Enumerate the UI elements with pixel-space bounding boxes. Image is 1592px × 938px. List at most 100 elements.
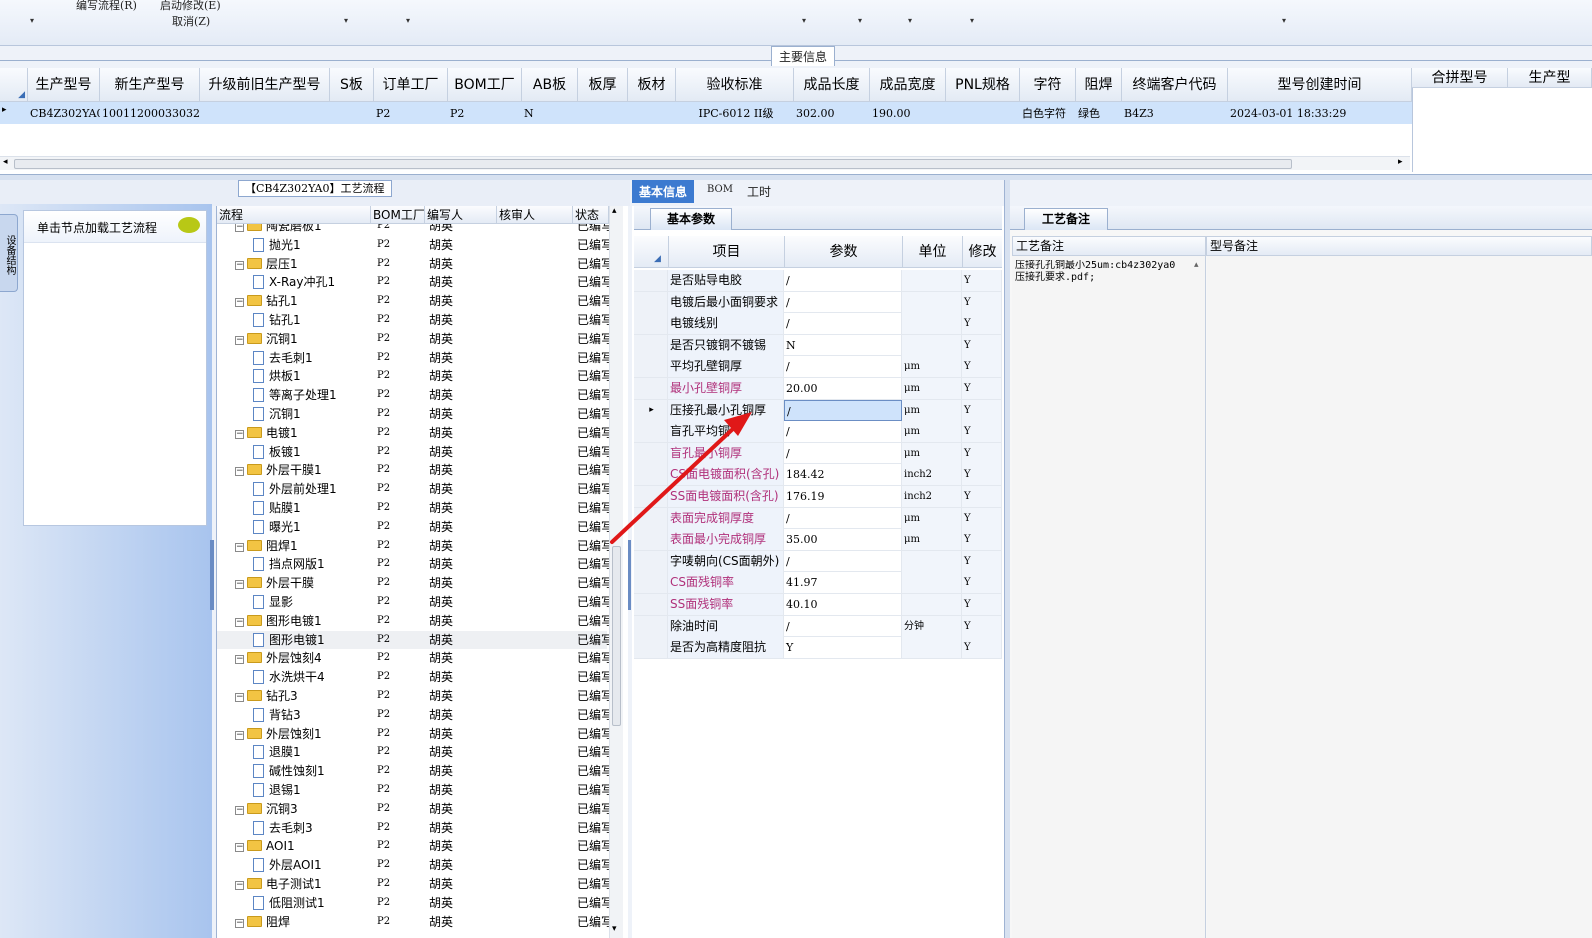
section-main-info-tab[interactable]: 主要信息 xyxy=(771,46,836,66)
column-header[interactable]: 型号创建时间 xyxy=(1228,68,1412,102)
params-cell-value[interactable]: / xyxy=(784,550,902,572)
params-cell-value[interactable]: / xyxy=(784,442,902,464)
table-cell[interactable] xyxy=(578,104,628,124)
column-header[interactable]: 订单工厂 xyxy=(374,68,448,102)
tree-node[interactable]: 烘板1 xyxy=(253,367,371,386)
table-cell[interactable] xyxy=(200,104,330,124)
dropdown-arrow-icon[interactable]: ▾ xyxy=(970,16,974,25)
column-header[interactable]: 板厚 xyxy=(578,68,628,102)
tree-row[interactable]: − 电子测试1 P2 胡英 已编写 xyxy=(217,875,609,894)
collapse-toggle-icon[interactable]: − xyxy=(235,655,244,665)
row-indicator[interactable] xyxy=(634,356,668,378)
tree-node[interactable]: − AOI1 xyxy=(235,837,371,856)
side-tab-equipment[interactable]: 设备结构 xyxy=(0,214,18,292)
row-indicator[interactable] xyxy=(634,291,668,313)
tree-node[interactable]: 外层前处理1 xyxy=(253,480,371,499)
tree-row[interactable]: 退锡1 P2 胡英 已编写 xyxy=(217,781,609,800)
tree-row[interactable]: − 钻孔1 P2 胡英 已编写 xyxy=(217,292,609,311)
tree-node[interactable]: − 外层干膜 xyxy=(235,574,371,593)
table-cell[interactable]: 绿色 xyxy=(1076,104,1122,124)
dropdown-arrow-icon[interactable]: ▾ xyxy=(406,16,410,25)
tree-node[interactable]: 水洗烘干4 xyxy=(253,668,371,687)
tree-row[interactable]: − 外层干膜1 P2 胡英 已编写 xyxy=(217,461,609,480)
scroll-thumb[interactable] xyxy=(14,159,1292,169)
table-cell[interactable]: 190.00 xyxy=(870,104,946,124)
tree-row[interactable]: 曝光1 P2 胡英 已编写 xyxy=(217,518,609,537)
params-row[interactable]: CS面残铜率 41.97 Y xyxy=(634,572,1002,594)
tree-node[interactable]: − 钻孔3 xyxy=(235,687,371,706)
params-cell-value[interactable]: 176.19 xyxy=(784,486,902,507)
tree-node[interactable]: 碱性蚀刻1 xyxy=(253,762,371,781)
tree-node[interactable]: − 外层蚀刻4 xyxy=(235,649,371,668)
row-indicator[interactable] xyxy=(634,313,668,335)
table-cell[interactable]: P2 xyxy=(448,104,522,124)
process-title-tab[interactable]: 【CB4Z302YA0】工艺流程 xyxy=(238,180,392,197)
tree-node[interactable]: − 沉铜1 xyxy=(235,330,371,349)
tree-node[interactable]: 板镀1 xyxy=(253,443,371,462)
tree-node[interactable]: − 钻孔1 xyxy=(235,292,371,311)
column-header[interactable]: 阻焊 xyxy=(1076,68,1122,102)
menu-edit-flow[interactable]: 编写流程(R) xyxy=(76,0,137,13)
menu-cancel[interactable]: 取消(Z) xyxy=(172,13,210,29)
tree-row[interactable]: 挡点网版1 P2 胡英 已编写 xyxy=(217,555,609,574)
tree-row[interactable]: 退膜1 P2 胡英 已编写 xyxy=(217,743,609,762)
tree-node[interactable]: − 外层干膜1 xyxy=(235,461,371,480)
tree-row[interactable]: − 陶瓷磨板1 P2 胡英 已编写 xyxy=(217,224,609,236)
params-column-header[interactable]: 项目 xyxy=(668,236,784,268)
tree-scroll-thumb[interactable] xyxy=(612,546,621,726)
tree-node[interactable]: 钻孔1 xyxy=(253,311,371,330)
tree-node[interactable]: − 电镀1 xyxy=(235,424,371,443)
column-header-flow[interactable]: 流程 xyxy=(217,206,371,224)
scroll-left-icon[interactable]: ◂ xyxy=(3,157,8,167)
header-production-model-2[interactable]: 生产型 xyxy=(1508,68,1592,88)
params-cell-value[interactable]: / xyxy=(784,421,902,443)
menu-start-modify[interactable]: 启动修改(E) xyxy=(160,0,221,13)
tree-row[interactable]: 显影 P2 胡英 已编写 xyxy=(217,593,609,612)
tree-row[interactable]: 板镀1 P2 胡英 已编写 xyxy=(217,443,609,462)
tree-node[interactable]: X-Ray冲孔1 xyxy=(253,273,371,292)
params-cell-value[interactable]: 40.10 xyxy=(784,594,902,615)
tree-row[interactable]: − 图形电镀1 P2 胡英 已编写 xyxy=(217,612,609,631)
table-cell[interactable]: CB4Z302YA0 xyxy=(28,104,100,124)
column-header-author[interactable]: 编写人 xyxy=(425,206,497,224)
tree-row[interactable]: 钻孔1 P2 胡英 已编写 xyxy=(217,311,609,330)
column-header-reviewer[interactable]: 核审人 xyxy=(497,206,573,224)
column-header[interactable]: 验收标准 xyxy=(676,68,794,102)
params-cell-value[interactable]: / xyxy=(784,399,902,421)
table-cell[interactable]: N xyxy=(522,104,578,124)
scroll-up-icon[interactable]: ▴ xyxy=(612,206,617,216)
params-column-header[interactable]: 单位 xyxy=(902,236,962,268)
scroll-right-icon[interactable]: ▸ xyxy=(1398,157,1403,167)
column-header[interactable]: 板材 xyxy=(628,68,676,102)
column-header-process-notes[interactable]: 工艺备注 xyxy=(1012,236,1206,256)
tree-node[interactable]: 等离子处理1 xyxy=(253,386,371,405)
collapse-toggle-icon[interactable]: − xyxy=(235,224,244,232)
collapse-toggle-icon[interactable]: − xyxy=(235,429,244,439)
dropdown-arrow-icon[interactable]: ▾ xyxy=(802,16,806,25)
tree-row[interactable]: − 阻焊1 P2 胡英 已编写 xyxy=(217,537,609,556)
params-cell-value[interactable]: / xyxy=(784,356,902,378)
column-header[interactable]: 升级前旧生产型号 xyxy=(200,68,330,102)
column-header[interactable]: 字符 xyxy=(1020,68,1076,102)
dropdown-arrow-icon[interactable]: ▾ xyxy=(908,16,912,25)
params-column-header[interactable]: 参数 xyxy=(784,236,902,268)
tree-row[interactable]: 低阻测试1 P2 胡英 已编写 xyxy=(217,894,609,913)
header-merge-model[interactable]: 合拼型号 xyxy=(1412,68,1508,88)
table-cell[interactable]: P2 xyxy=(374,104,448,124)
collapse-toggle-icon[interactable]: − xyxy=(235,617,244,627)
tree-node[interactable]: − 图形电镀1 xyxy=(235,612,371,631)
model-notes-textarea[interactable] xyxy=(1207,256,1592,938)
column-header[interactable]: PNL规格 xyxy=(946,68,1020,102)
tree-node[interactable]: 退锡1 xyxy=(253,781,371,800)
params-column-header[interactable]: 修改 xyxy=(962,236,1002,268)
table-cell[interactable] xyxy=(946,104,1020,124)
tree-node[interactable]: 去毛刺1 xyxy=(253,349,371,368)
left-splitter-handle[interactable] xyxy=(210,540,214,610)
params-row[interactable]: 除油时间 / 分钟 Y xyxy=(634,615,1002,638)
collapse-toggle-icon[interactable]: − xyxy=(235,918,244,928)
tree-node[interactable]: 沉铜1 xyxy=(253,405,371,424)
column-header[interactable]: 新生产型号 xyxy=(100,68,200,102)
row-indicator[interactable] xyxy=(634,594,668,615)
notes-scroll-up-icon[interactable]: ▴ xyxy=(1194,260,1199,270)
row-indicator[interactable] xyxy=(634,378,668,399)
